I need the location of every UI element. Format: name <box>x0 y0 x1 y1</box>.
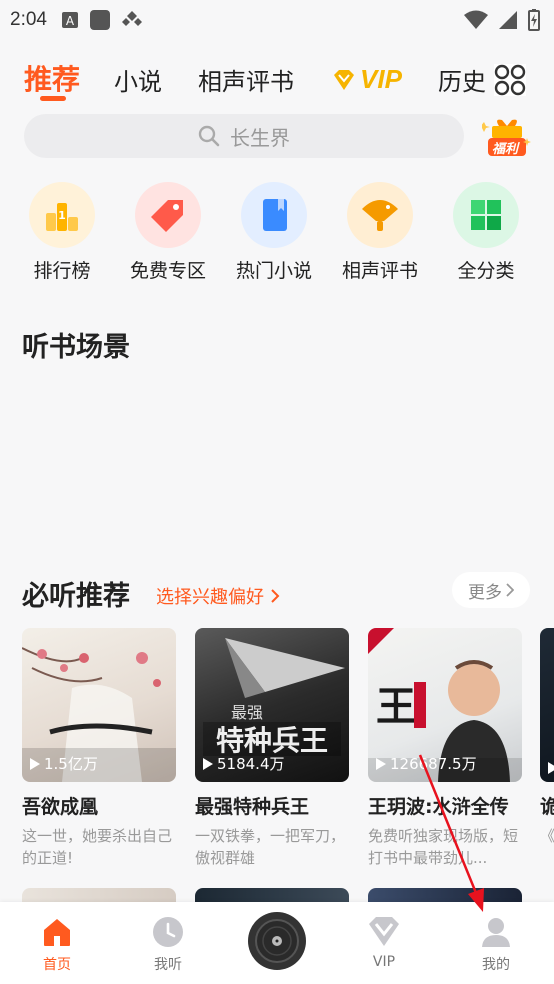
play-count: 126687.5万 <box>376 753 477 774</box>
vip-diamond-icon <box>369 917 399 946</box>
nav-listening[interactable]: 我听 <box>128 914 208 974</box>
play-icon <box>548 762 554 774</box>
nav-vip-label: VIP <box>372 954 396 970</box>
book-cover: 特种兵王 最强 5184.4万 <box>195 628 349 782</box>
home-icon <box>44 919 70 946</box>
book-title: 吾欲成凰 <box>22 796 99 818</box>
vip-diamond-icon <box>334 69 354 90</box>
book-card[interactable]: 诡 《传 <box>540 628 554 869</box>
tab-crosstalk[interactable]: 相声评书 <box>198 62 294 97</box>
nav-home-label: 首页 <box>43 957 71 973</box>
chevron-right-icon <box>506 583 514 597</box>
tab-recommend[interactable]: 推荐 <box>24 58 80 98</box>
book-description: 《传 <box>540 827 554 845</box>
all-categories-icon <box>471 200 501 230</box>
svg-text:1: 1 <box>58 209 66 222</box>
play-count: 5184.4万 <box>203 753 285 774</box>
tab-history[interactable]: 历史 <box>438 62 486 97</box>
fan-icon <box>362 200 398 231</box>
category-crosstalk-label: 相声评书 <box>341 260 418 282</box>
book-icon <box>263 199 287 231</box>
category-all-circle <box>453 182 519 248</box>
signal-icon <box>499 11 517 29</box>
play-icon <box>203 757 213 770</box>
all-channels-button[interactable] <box>494 64 526 96</box>
category-ranking-circle: 1 <box>29 182 95 248</box>
play-count-value: 5184.4万 <box>217 755 285 773</box>
category-crosstalk[interactable]: 相声评书 <box>327 182 433 283</box>
diamond-notification-icon <box>121 11 142 26</box>
category-hot-novels[interactable]: 热门小说 <box>221 182 327 283</box>
book-cover: 王 126687.5万 <box>368 628 522 782</box>
keyboard-notification-icon: A <box>61 12 78 28</box>
top-tab-bar: 推荐 小说 相声评书 VIP 历史 <box>0 54 554 110</box>
active-tab-indicator <box>40 96 66 101</box>
user-icon <box>482 918 510 947</box>
price-tag-icon <box>151 200 183 232</box>
book-cover: 1.5亿万 <box>22 628 176 782</box>
category-shortcuts: 1 排行榜 免费专区 热门小说 相声评书 全分类 <box>0 182 554 282</box>
app-notification-icon <box>89 10 110 30</box>
book-card[interactable]: 王 126687.5万 王玥波:水浒全传 免费听独家现场版，短打书中最带劲儿..… <box>368 628 522 869</box>
tab-vip[interactable]: VIP <box>332 64 402 95</box>
nav-mine[interactable]: 我的 <box>456 914 536 974</box>
play-icon <box>30 757 40 770</box>
svg-text:王: 王 <box>376 683 416 730</box>
search-icon <box>198 125 220 147</box>
book-title: 诡 <box>540 796 554 818</box>
wifi-icon <box>464 10 488 29</box>
search-bar[interactable]: 长生界 <box>24 114 464 158</box>
ranking-icon: 1 <box>46 203 78 231</box>
chevron-right-icon <box>271 589 280 603</box>
category-free[interactable]: 免费专区 <box>115 182 221 283</box>
preference-link[interactable]: 选择兴趣偏好 <box>156 583 280 609</box>
svg-text:最强: 最强 <box>231 703 263 722</box>
vinyl-disc-icon <box>255 919 299 963</box>
more-button[interactable]: 更多 <box>452 572 530 608</box>
category-hot-novels-label: 热门小说 <box>235 260 312 282</box>
category-ranking-label: 排行榜 <box>33 260 91 282</box>
nav-mine-label: 我的 <box>482 957 510 973</box>
category-crosstalk-circle <box>347 182 413 248</box>
book-title: 王玥波:水浒全传 <box>368 796 509 818</box>
battery-charging-icon <box>528 9 540 31</box>
mini-player-button[interactable] <box>248 912 306 970</box>
nav-listening-label: 我听 <box>154 957 182 973</box>
book-description: 免费听独家现场版，短打书中最带劲儿... <box>368 827 519 867</box>
book-description: 一双铁拳，一把军刀，傲视群雄 <box>195 827 346 867</box>
tab-novel[interactable]: 小说 <box>114 62 162 97</box>
category-free-circle <box>135 182 201 248</box>
clock-icon <box>153 917 183 947</box>
book-card[interactable]: 特种兵王 最强 5184.4万 最强特种兵王 一双铁拳，一把军刀，傲视群雄 <box>195 628 349 869</box>
grid-icon <box>494 64 526 96</box>
status-bar: 2:04 A <box>0 0 554 40</box>
more-button-label: 更多 <box>468 582 502 603</box>
play-icon <box>376 757 386 770</box>
preference-link-label: 选择兴趣偏好 <box>156 587 264 608</box>
book-card[interactable]: 1.5亿万 吾欲成凰 这一世，她要杀出自己的正道! <box>22 628 176 869</box>
search-placeholder: 长生界 <box>230 125 290 150</box>
book-title: 最强特种兵王 <box>195 796 310 818</box>
recommend-book-list: 1.5亿万 吾欲成凰 这一世，她要杀出自己的正道! 特种兵王 最强 5184.4… <box>0 628 554 878</box>
status-time: 2:04 <box>10 9 47 30</box>
play-count <box>548 762 554 774</box>
book-description: 这一世，她要杀出自己的正道! <box>22 827 173 867</box>
category-hot-novels-circle <box>241 182 307 248</box>
welfare-label: 福利 <box>492 142 519 157</box>
scene-section-title: 听书场景 <box>22 332 130 363</box>
category-free-label: 免费专区 <box>129 260 206 282</box>
play-count-value: 126687.5万 <box>390 755 477 773</box>
play-count: 1.5亿万 <box>30 753 98 774</box>
category-all[interactable]: 全分类 <box>433 182 539 283</box>
welfare-button[interactable]: 福利 <box>480 118 532 160</box>
recommend-section-title: 必听推荐 <box>22 581 130 612</box>
play-count-value: 1.5亿万 <box>44 755 98 773</box>
category-all-label: 全分类 <box>457 260 515 282</box>
tab-vip-label: VIP <box>360 64 402 94</box>
svg-text:A: A <box>66 14 75 28</box>
category-ranking[interactable]: 1 排行榜 <box>9 182 115 283</box>
nav-home[interactable]: 首页 <box>17 914 97 974</box>
book-cover <box>540 628 554 782</box>
nav-vip[interactable]: VIP <box>344 914 424 970</box>
